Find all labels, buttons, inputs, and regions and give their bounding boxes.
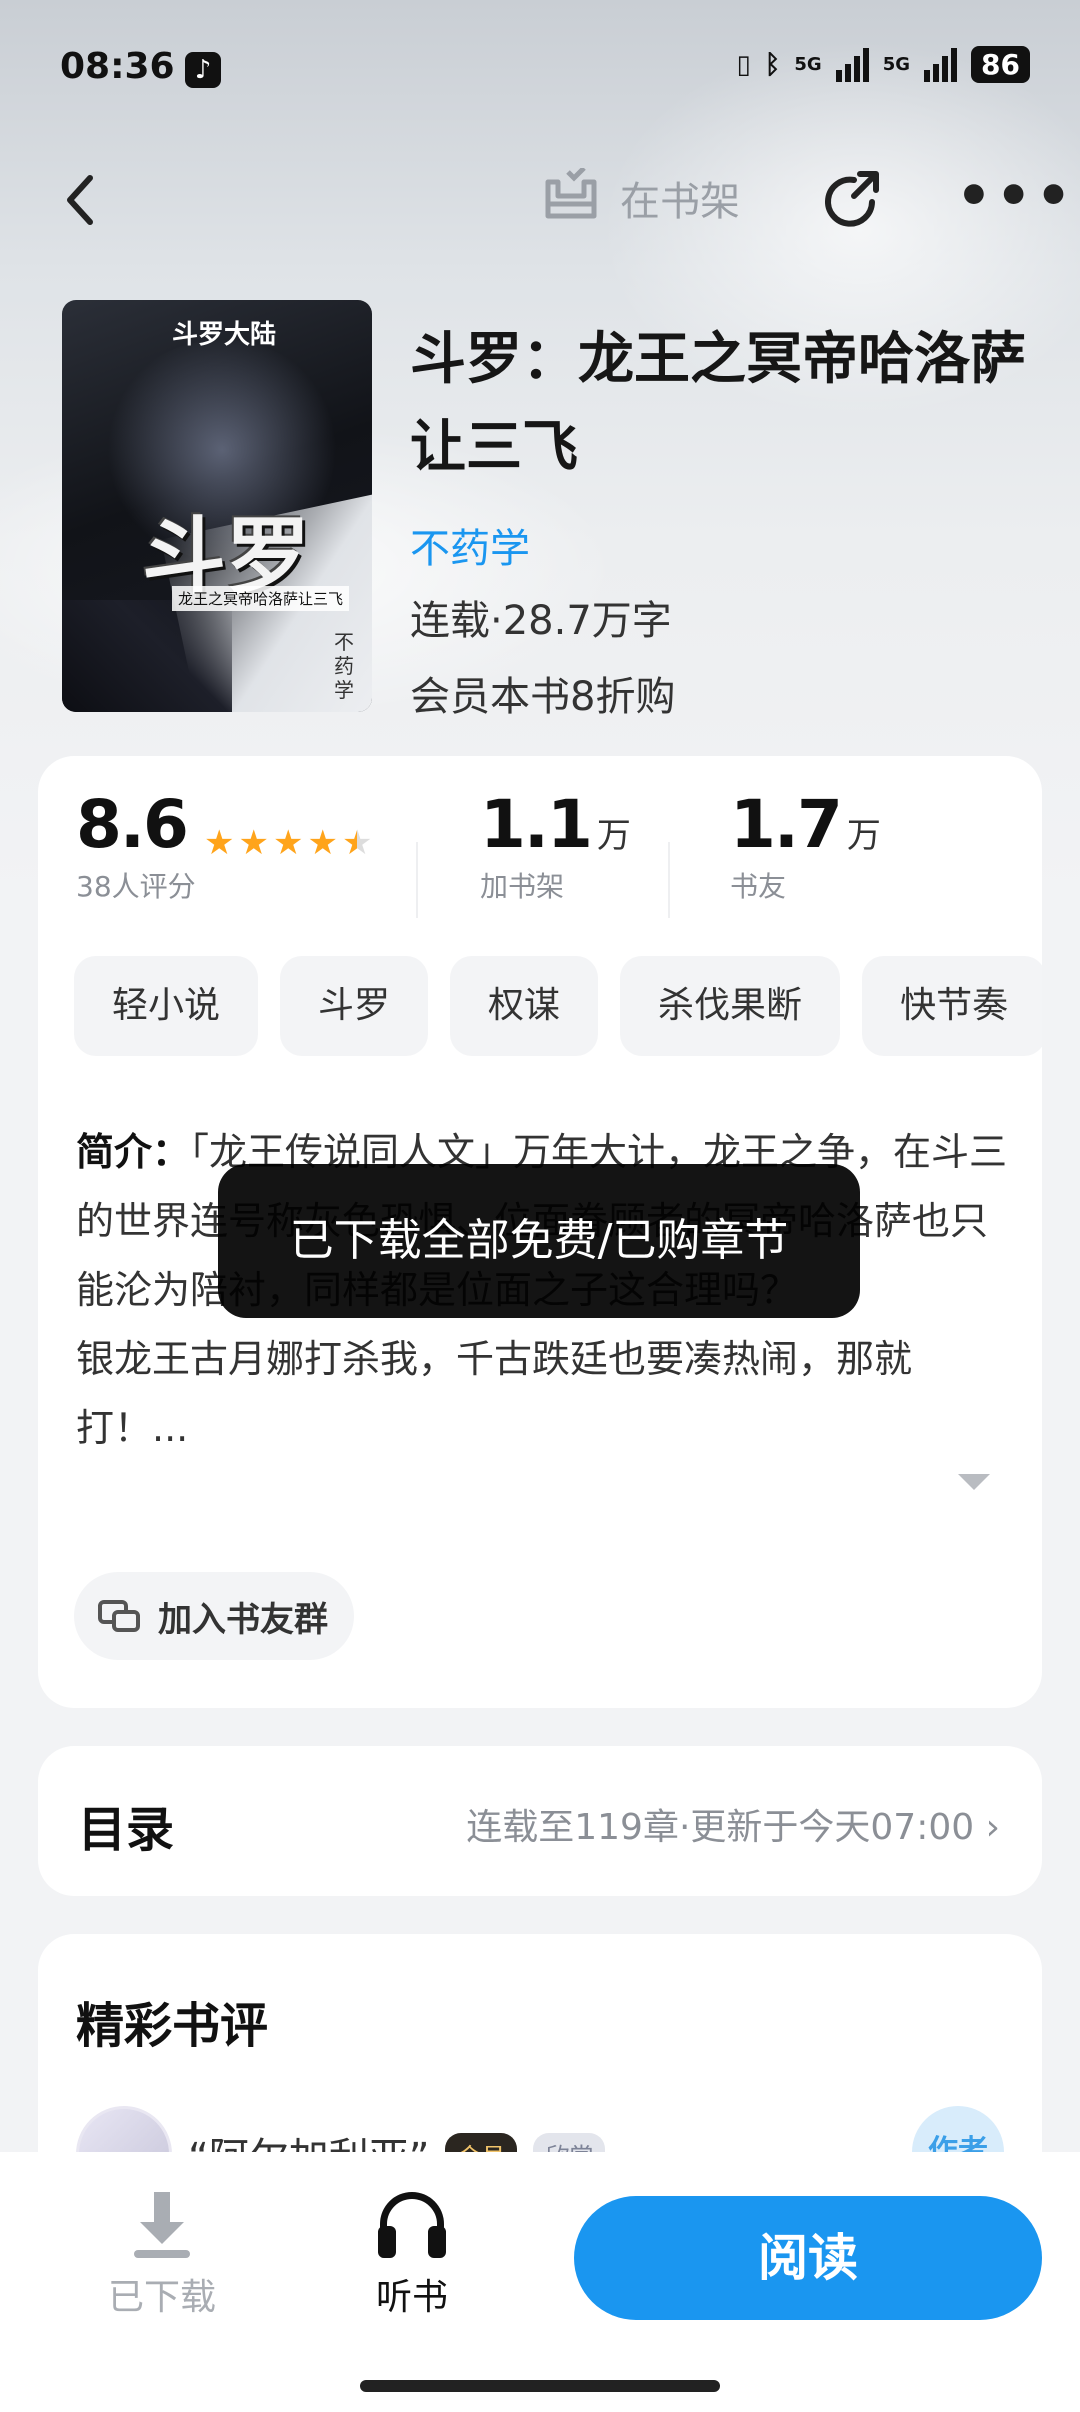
author-link[interactable]: 不药学 [410, 516, 530, 574]
chevron-left-icon [67, 175, 93, 225]
status-time: 08:36 [60, 46, 175, 87]
on-shelf-label: 在书架 [620, 179, 740, 225]
shelf-stat: 1.1 万 加书架 [480, 786, 631, 905]
signal-label-1: 5G [794, 54, 822, 75]
friends-count: 1.7 [730, 786, 843, 863]
share-icon[interactable] [820, 168, 886, 234]
join-group-button[interactable]: 加入书友群 [74, 1572, 354, 1660]
friends-stat[interactable]: 1.7 万 书友 [730, 786, 881, 905]
top-nav: 在书架 ••• [0, 160, 1080, 240]
read-button[interactable]: 阅读 [574, 2196, 1042, 2320]
bottom-action-bar: 已下载 听书 阅读 [0, 2152, 1080, 2412]
signal-icon-2 [924, 47, 958, 82]
cover-subtitle: 龙王之冥帝哈洛萨让三飞 [172, 586, 350, 611]
toast-message: 已下载全部免费/已购章节 [218, 1164, 860, 1318]
cover-author: 不药学 [334, 630, 354, 702]
stats-row: 8.6 ★ ★ ★ ★ ★ 38人评分 1.1 万 加书架 1.7 万 书友 [38, 786, 1042, 926]
tag-chip[interactable]: 权谋 [450, 956, 599, 1056]
tag-chip[interactable]: 轻小说 [74, 956, 259, 1056]
vip-discount[interactable]: 会员本书8折购 [410, 664, 675, 722]
listen-label: 听书 [375, 2277, 448, 2318]
battery-indicator: 86 [971, 46, 1030, 83]
divider [668, 842, 670, 918]
rating-count: 38人评分 [76, 870, 196, 903]
download-icon [134, 2192, 190, 2262]
headphones-icon [376, 2192, 448, 2262]
shelf-count: 1.1 [480, 786, 593, 863]
book-cover[interactable]: 斗罗大陆 斗罗 龙王之冥帝哈洛萨让三飞 不药学 [62, 300, 372, 712]
book-title: 斗罗：龙王之冥帝哈洛萨让三飞 [410, 327, 1026, 480]
downloaded-button[interactable]: 已下载 [82, 2192, 242, 2320]
signal-label-2: 5G [882, 54, 911, 75]
book-meta: 连载·28.7万字 [410, 598, 672, 644]
join-group-label: 加入书友群 [158, 1599, 328, 1640]
listen-button[interactable]: 听书 [332, 2192, 492, 2320]
rating-stat[interactable]: 8.6 ★ ★ ★ ★ ★ 38人评分 [76, 786, 372, 905]
toc-info: 连载至119章·更新于今天07:00 › [466, 1807, 1000, 1848]
home-indicator[interactable] [360, 2380, 720, 2392]
bluetooth-icon: ᛒ [764, 49, 781, 80]
intro-text-2: 银龙王古月娜打杀我，千古跌廷也要凑热闹，那就打！... [76, 1337, 913, 1450]
tag-list: 轻小说 斗罗 权谋 杀伐果断 快节奏 [74, 956, 1042, 1060]
status-bar: 08:36 ♪ ▯ ᛒ 5G 5G 86 [0, 0, 1080, 140]
rating-stars-icon: ★ ★ ★ ★ ★ [204, 822, 373, 863]
cover-series: 斗罗大陆 [172, 320, 277, 350]
toc-card[interactable]: 目录 连载至119章·更新于今天07:00 › [38, 1746, 1042, 1896]
tag-chip[interactable]: 快节奏 [862, 956, 1042, 1056]
toc-title: 目录 [78, 1802, 175, 1858]
downloaded-label: 已下载 [107, 2277, 216, 2318]
tag-chip[interactable]: 杀伐果断 [620, 956, 841, 1056]
tiktok-icon: ♪ [185, 52, 221, 88]
tag-chip[interactable]: 斗罗 [280, 956, 429, 1056]
shelf-unit: 万 [596, 816, 631, 856]
friends-label: 书友 [730, 870, 787, 903]
friends-unit: 万 [846, 816, 881, 856]
expand-icon[interactable] [958, 1474, 990, 1490]
reviews-title: 精彩书评 [76, 1998, 269, 2054]
back-button[interactable] [60, 170, 110, 230]
rating-value: 8.6 [76, 786, 189, 863]
shelf-label: 加书架 [480, 870, 565, 903]
bookshelf-icon [545, 168, 597, 219]
intro-label: 简介： [76, 1130, 191, 1174]
on-shelf-button[interactable]: 在书架 [540, 168, 740, 228]
signal-icon [835, 47, 869, 82]
divider [416, 842, 418, 918]
more-icon[interactable]: ••• [956, 164, 1075, 229]
chat-icon [98, 1598, 142, 1634]
vibrate-icon: ▯ [736, 49, 751, 80]
